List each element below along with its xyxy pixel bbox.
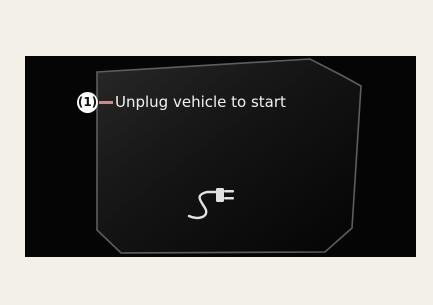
display-frame-outline: [96, 58, 362, 254]
callout-leader-line: [99, 100, 113, 104]
charging-plug-icon: [187, 188, 234, 220]
vehicle-display-screen: (1) Unplug vehicle to start: [25, 56, 416, 257]
callout: (1) Unplug vehicle to start: [77, 91, 286, 113]
unplug-message: Unplug vehicle to start: [115, 93, 286, 111]
callout-number: (1): [77, 91, 98, 113]
